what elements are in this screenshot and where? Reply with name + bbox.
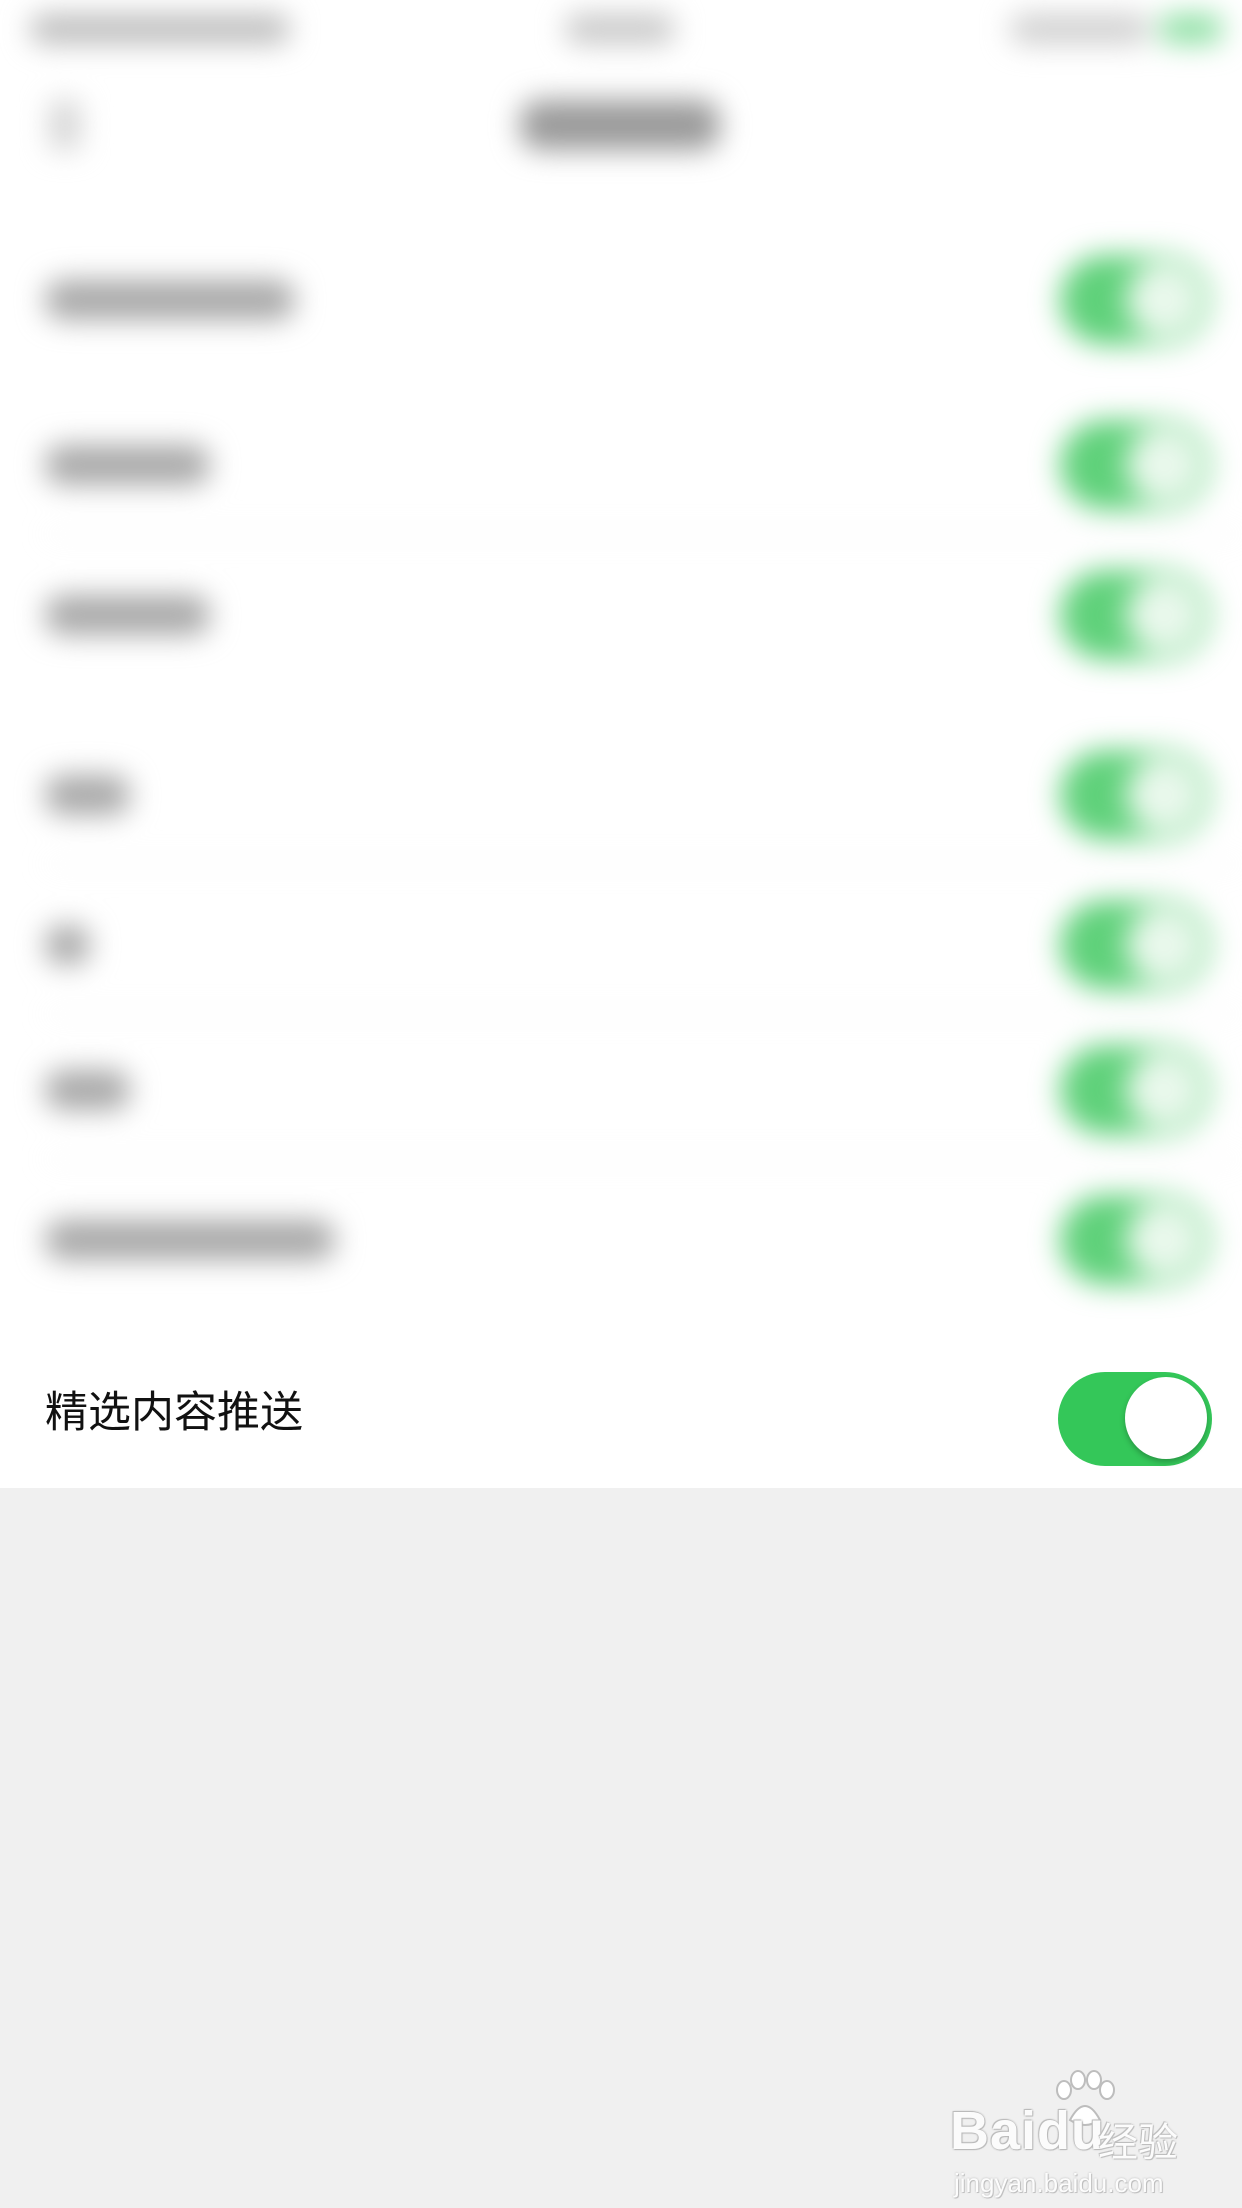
back-icon: [50, 100, 80, 150]
blurred-row-label: [45, 280, 295, 320]
featured-push-toggle[interactable]: [1058, 1372, 1212, 1466]
toggle-knob: [1125, 1377, 1207, 1459]
blurred-background: [0, 0, 1242, 1338]
nav-title: [520, 100, 720, 150]
watermark-suffix: 经验: [1098, 2120, 1178, 2166]
battery-icon: [1160, 14, 1222, 44]
blurred-setting-row: [0, 220, 1242, 380]
status-battery-percent: [1010, 14, 1150, 44]
blurred-row-label: [45, 1070, 130, 1110]
screen: 精选内容推送 Baidu 经验 jingyan.baidu.com: [0, 0, 1242, 2208]
blurred-setting-row: [0, 1170, 1242, 1310]
row-divider: [45, 1158, 1242, 1160]
blurred-toggle: [1060, 1045, 1210, 1135]
blurred-toggle: [1060, 900, 1210, 990]
row-divider: [45, 863, 1242, 865]
blurred-setting-row: [0, 875, 1242, 1015]
watermark-url: jingyan.baidu.com: [954, 2168, 1164, 2198]
nav-bar: [0, 60, 1242, 190]
baidu-jingyan-watermark: Baidu 经验 jingyan.baidu.com: [950, 2070, 1190, 2198]
status-time: [565, 14, 675, 44]
blurred-row-label: [45, 1220, 335, 1260]
blurred-toggle: [1060, 255, 1210, 345]
blurred-layer: [0, 0, 1242, 1338]
blurred-setting-row: [0, 1020, 1242, 1160]
blurred-setting-row: [0, 395, 1242, 535]
blurred-row-label: [45, 925, 90, 965]
blurred-toggle: [1060, 570, 1210, 660]
status-bar: [0, 0, 1242, 60]
watermark-brand: Baidu: [950, 2101, 1106, 2161]
blurred-row-label: [45, 445, 210, 485]
blurred-setting-row: [0, 545, 1242, 685]
blurred-row-label: [45, 595, 210, 635]
status-carrier: [30, 14, 290, 44]
blurred-setting-row: [0, 725, 1242, 865]
blurred-toggle: [1060, 420, 1210, 510]
featured-push-label: 精选内容推送: [45, 1388, 303, 1438]
blurred-toggle: [1060, 750, 1210, 840]
blurred-row-label: [45, 775, 130, 815]
row-divider: [45, 533, 1242, 535]
row-divider: [45, 1013, 1242, 1015]
blurred-toggle: [1060, 1195, 1210, 1285]
featured-push-row: 精选内容推送: [0, 1338, 1242, 1488]
